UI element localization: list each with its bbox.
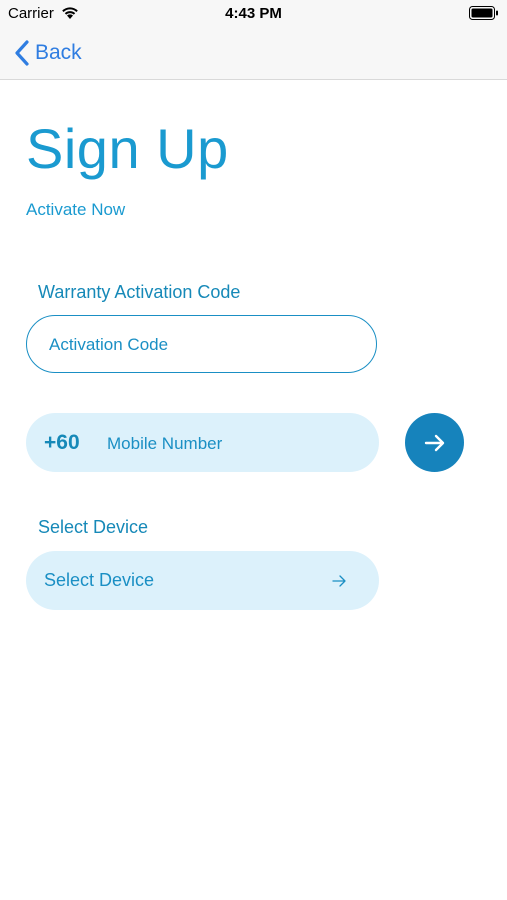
status-time: 4:43 PM <box>225 5 282 22</box>
page-title: Sign Up <box>26 117 229 180</box>
next-button[interactable] <box>405 413 464 472</box>
arrow-right-icon <box>332 575 346 587</box>
back-label: Back <box>35 41 82 64</box>
device-select[interactable]: Select Device <box>26 551 379 610</box>
status-bar: Carrier 4:43 PM <box>0 0 507 28</box>
activation-code-field <box>26 315 377 374</box>
mobile-number-field: +60 <box>26 413 379 474</box>
country-code: +60 <box>44 431 80 454</box>
select-device-label: Select Device <box>38 517 149 537</box>
activation-code-input[interactable] <box>47 316 361 374</box>
battery-icon <box>469 6 498 20</box>
arrow-right-icon <box>424 434 444 451</box>
back-button[interactable]: Back <box>14 38 82 68</box>
activation-code-label: Warranty Activation Code <box>38 282 241 302</box>
navigation-bar: Back <box>0 28 507 80</box>
mobile-number-input[interactable] <box>105 413 359 474</box>
page-subtitle: Activate Now <box>26 200 126 219</box>
device-select-value: Select Device <box>44 570 155 590</box>
chevron-left-icon <box>15 40 29 66</box>
